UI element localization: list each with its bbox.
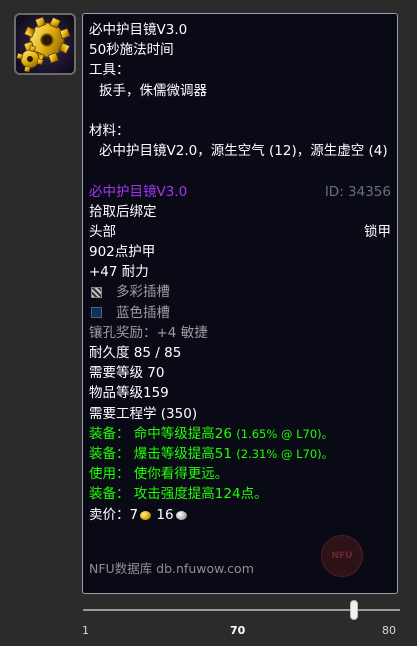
blue-socket-icon [91,307,102,319]
level-slider-thumb[interactable] [350,600,358,620]
use-effect: 使用： 使你看得更远。 [89,464,391,484]
materials-label: 材料： [89,122,130,139]
equip-crit-pct: (2.31% @ L70)。 [236,446,334,461]
equip-label: 装备： [89,425,130,442]
socket-blue-label: 蓝色插槽 [116,304,170,321]
item-durability: 耐久度 85 / 85 [89,345,182,362]
slider-min-label: 1 [82,624,89,637]
item-slot: 头部 [89,223,116,240]
silver-coin-icon [175,510,187,520]
socket-prismatic-row: 多彩插槽 [89,282,391,302]
item-icon-frame [14,13,76,75]
equip-label: 装备： [89,486,130,503]
equip-ap-text: 攻击强度提高124点。 [133,486,268,503]
materials-list: 必中护目镜V2.0，源生空气 (12)，源生虚空 (4) [99,143,388,160]
sell-label: 卖价： [89,506,130,523]
equip-hit-pct: (1.65% @ L70)。 [236,426,334,441]
sell-gold: 7 [129,506,139,523]
socket-prismatic-label: 多彩插槽 [116,284,170,301]
equip-label: 装备： [89,445,130,462]
spell-title: 必中护目镜V3.0 [89,22,188,38]
item-id: ID: 34356 [324,183,391,200]
item-name[interactable]: 必中护目镜V3.0 [89,182,187,202]
socket-bonus: 镶孔奖励：+4 敏捷 [89,324,208,341]
item-bind: 拾取后绑定 [89,203,157,220]
item-slot-row: 头部 锁甲 [89,222,391,242]
sell-silver: 16 [156,506,174,523]
tools-list: 扳手，侏儒微调器 [99,82,207,99]
item-stamina: +47 耐力 [89,264,149,281]
item-level: 物品等级159 [89,385,169,402]
slider-max-label: 80 [382,624,396,637]
socket-blue-row: 蓝色插槽 [89,303,391,323]
item-armor-type: 锁甲 [364,223,391,240]
use-text: 使你看得更远。 [133,466,229,483]
footer-source[interactable]: NFU数据库 db.nfuwow.com [89,559,254,579]
nfu-watermark-logo: NFU [321,535,363,577]
item-tooltip: 必中护目镜V3.0 50秒施法时间 工具： 扳手，侏儒微调器 材料： 必中护目镜… [82,13,398,594]
prismatic-socket-icon [91,287,102,299]
item-header-row: 必中护目镜V3.0 ID: 34356 [89,182,391,202]
tools-label: 工具： [89,62,130,79]
gear-cog-icon [16,15,74,73]
item-req-skill: 需要工程学 (350) [89,405,198,422]
item-armor: 902点护甲 [89,244,156,261]
sell-price: 卖价：7 16 [89,505,391,525]
slider-current-label: 70 [230,624,246,637]
equip-hit-text: 命中等级提高26 [133,425,232,442]
equip-hit-rating: 装备： 命中等级提高26 (1.65% @ L70)。 [89,424,391,444]
equip-attack-power: 装备： 攻击强度提高124点。 [89,484,391,504]
use-label: 使用： [89,466,130,483]
spell-cast-time: 50秒施法时间 [89,42,174,59]
item-req-level: 需要等级 70 [89,365,165,382]
equip-crit-text: 爆击等级提高51 [133,445,232,462]
gold-coin-icon [140,510,152,520]
equip-crit-rating: 装备： 爆击等级提高51 (2.31% @ L70)。 [89,444,391,464]
